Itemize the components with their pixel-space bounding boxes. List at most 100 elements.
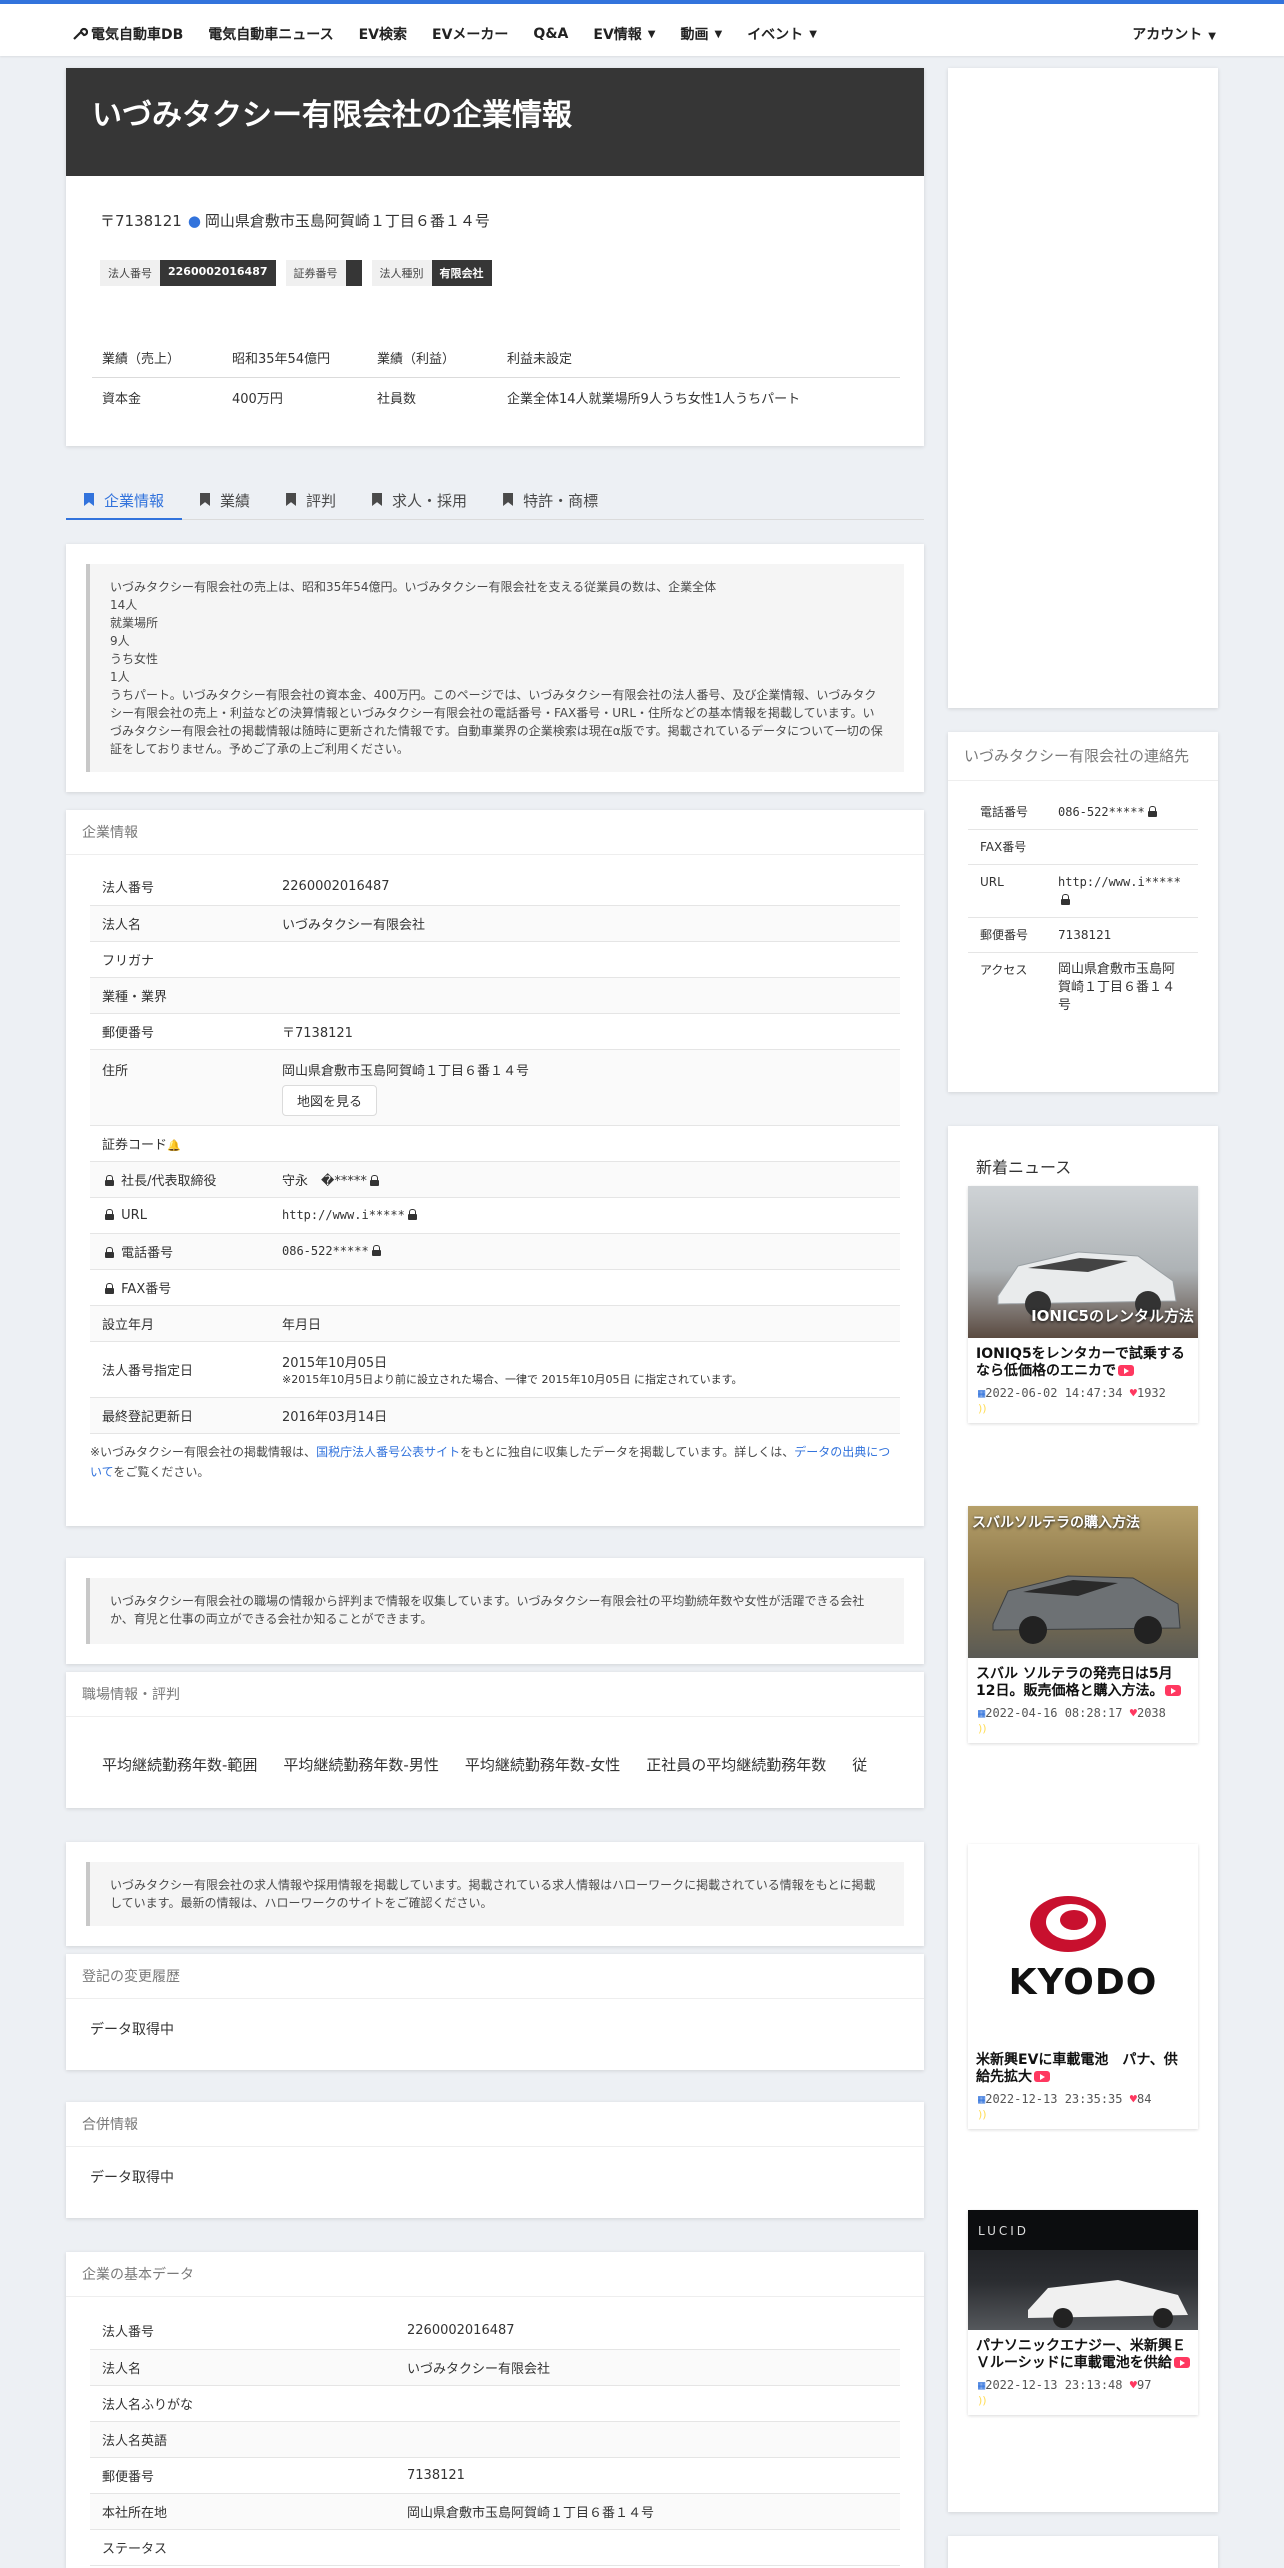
table-row: FAX番号 xyxy=(968,829,1198,865)
tab-recruiting[interactable]: 求人・採用 xyxy=(354,484,485,520)
table-row: 住所 岡山県倉敷市玉島阿賀崎１丁目６番１４号 地図を見る xyxy=(90,1049,900,1126)
table-row: ステータス xyxy=(90,2529,900,2566)
lock-icon xyxy=(371,1245,381,1256)
news-item[interactable]: KYODO 米新興EVに車載電池 パナ、供給先拡大 ▦2022-12-13 23… xyxy=(968,1844,1198,2129)
table-row: 法人番号指定日 2015年10月05日 ※2015年10月5日より前に設立された場合… xyxy=(90,1341,900,1398)
brand-link[interactable]: 電気自動車DB xyxy=(72,24,183,44)
lock-icon xyxy=(1061,894,1070,905)
rss-icon[interactable]: )) xyxy=(968,2394,1198,2415)
label-text: 社長/代表取締役 xyxy=(121,1173,217,1189)
tab-reputation[interactable]: 評判 xyxy=(268,484,354,520)
news-item[interactable]: LUCID パナソニックエナジー、米新興ＥＶルーシッドに車載電池を供給 ▦202… xyxy=(968,2210,1198,2415)
thumbnail-caption: IONIC5のレンタル方法 xyxy=(1031,1307,1194,1325)
row-value: 2015年10月05日 ※2015年10月5日より前に設立された場合、一律で 20… xyxy=(270,1341,900,1398)
nav-item-video[interactable]: 動画 ▼ xyxy=(680,24,722,44)
perf-label: 業績（利益） xyxy=(367,338,497,378)
workplace-scroll-list[interactable]: 平均継続勤務年数-範囲 平均継続勤務年数-男性 平均継続勤務年数-女性 正社員の平均継… xyxy=(102,1754,900,1775)
value-text: http://www.i***** xyxy=(282,1208,405,1222)
nav-label: Q&A xyxy=(533,26,569,42)
lock-icon xyxy=(105,1246,114,1258)
rss-icon[interactable]: )) xyxy=(968,2108,1198,2129)
rss-icon[interactable]: )) xyxy=(968,1722,1198,1743)
ad-slot xyxy=(948,68,1218,708)
table-row: FAX番号 xyxy=(90,1269,900,1306)
row-label: 社長/代表取締役 xyxy=(90,1161,270,1198)
workplace-item[interactable]: 従 xyxy=(852,1756,867,1774)
workplace-note-text: いづみタクシー有限会社の職場の情報から評判まで情報を収集しています。いづみタクシ… xyxy=(86,1578,904,1644)
news-title[interactable]: IONIQ5をレンタカーで試乗するなら低価格のエニカで xyxy=(968,1338,1198,1384)
tag-key: 法人種別 xyxy=(371,260,432,286)
news-item[interactable]: IONIC5のレンタル方法 IONIQ5をレンタカーで試乗するなら低価格のエニカ… xyxy=(968,1186,1198,1423)
value-text: 守永 �***** xyxy=(282,1173,367,1189)
value-text: 086-522***** xyxy=(1058,805,1145,819)
view-map-button[interactable]: 地図を見る xyxy=(282,1084,378,1116)
lock-icon xyxy=(105,1208,114,1220)
rss-icon[interactable]: )) xyxy=(968,1402,1198,1423)
news-title[interactable]: スバル ソルテラの発売日は5月12日。販売価格と購入方法。 xyxy=(968,1658,1198,1704)
row-label: 法人番号 xyxy=(90,2313,395,2350)
youtube-icon xyxy=(1173,2357,1190,2368)
row-value: 年月日 xyxy=(270,1305,900,1342)
nav-label: EV情報 xyxy=(593,27,642,43)
row-label: ステータス xyxy=(90,2529,395,2566)
row-value: 086-522***** xyxy=(1046,795,1198,830)
tag-key: 法人番号 xyxy=(100,260,160,286)
row-value: 7138121 xyxy=(1046,917,1198,953)
heart-icon: ♥ xyxy=(1129,2378,1137,2392)
account-menu[interactable]: アカウント ▼ xyxy=(1132,24,1216,44)
perf-value: 企業全体14人就業場所9人うち女性1人うちパート xyxy=(507,392,801,407)
table-row: 業績（売上） 昭和35年54億円 業績（利益） 利益未設定 xyxy=(92,338,900,378)
workplace-item[interactable]: 正社員の平均継続勤務年数 xyxy=(646,1756,826,1774)
row-value: 岡山県倉敷市玉島阿賀崎１丁目６番１４号 xyxy=(395,2493,900,2530)
basic-data-card: 企業の基本データ 法人番号 2260002016487 法人名 いづみタクシー有限会… xyxy=(66,2252,924,2568)
table-row: URL http://www.i***** xyxy=(90,1197,900,1234)
nav-item-ev-info[interactable]: EV情報 ▼ xyxy=(593,24,655,44)
title-text: IONIQ5をレンタカーで試乗するなら低価格のエニカで xyxy=(976,1346,1185,1379)
bell-icon: 🔔 xyxy=(167,1138,181,1152)
youtube-icon xyxy=(1165,1685,1182,1696)
chevron-down-icon: ▼ xyxy=(809,28,817,40)
wrench-icon xyxy=(73,27,88,40)
workplace-item[interactable]: 平均継続勤務年数-女性 xyxy=(465,1756,620,1774)
nav-item-ev-search[interactable]: EV検索 xyxy=(359,24,407,44)
row-value xyxy=(270,977,900,1014)
title-text: パナソニックエナジー、米新興ＥＶルーシッドに車載電池を供給 xyxy=(976,2338,1186,2371)
workplace-item[interactable]: 平均継続勤務年数-範囲 xyxy=(102,1756,257,1774)
row-value xyxy=(395,2385,900,2422)
row-label: 最終登記更新日 xyxy=(90,1397,270,1434)
table-row: URL http://www.i***** xyxy=(968,864,1198,918)
table-row: 法人名 いづみタクシー有限会社 xyxy=(90,2349,900,2386)
map-pin-icon: ● xyxy=(187,212,201,230)
row-value: 〒7138121 xyxy=(270,1013,900,1050)
nav-item-ev-maker[interactable]: EVメーカー xyxy=(432,24,508,44)
intro-card: いづみタクシー有限会社の売上は、昭和35年54億円。いづみタクシー有限会社を支え… xyxy=(66,544,924,792)
tab-performance[interactable]: 業績 xyxy=(182,484,268,520)
nta-link[interactable]: 国税庁法人番号公表サイト xyxy=(316,1445,460,1459)
tab-company-info[interactable]: 企業情報 xyxy=(66,484,183,520)
section-heading: 企業の基本データ xyxy=(66,2252,924,2297)
perf-value: 400万円 xyxy=(232,392,283,407)
news-item[interactable]: スバルソルテラの購入方法 スバル ソルテラの発売日は5月12日。販売価格と購入方… xyxy=(968,1506,1198,1743)
news-title[interactable]: パナソニックエナジー、米新興ＥＶルーシッドに車載電池を供給 xyxy=(968,2330,1198,2376)
title-text: 米新興EVに車載電池 パナ、供給先拡大 xyxy=(976,2052,1178,2085)
sidebar-next-card xyxy=(948,2536,1218,2568)
youtube-icon xyxy=(1118,1365,1134,1376)
nav-label: 電気自動車ニュース xyxy=(208,27,334,43)
tab-patents[interactable]: 特許・商標 xyxy=(485,484,616,520)
section-heading: 新着ニュース xyxy=(976,1158,1072,1177)
nav-item-qa[interactable]: Q&A xyxy=(533,24,568,44)
nav-label: EV検索 xyxy=(358,27,408,43)
workplace-item[interactable]: 平均継続勤務年数-男性 xyxy=(283,1756,438,1774)
nav-item-news[interactable]: 電気自動車ニュース xyxy=(208,24,333,44)
news-title[interactable]: 米新興EVに車載電池 パナ、供給先拡大 xyxy=(968,2044,1198,2090)
label-text: 電話番号 xyxy=(121,1245,174,1261)
chevron-down-icon: ▼ xyxy=(714,28,723,40)
news-date: 2022-12-13 23:13:48 xyxy=(985,2378,1123,2392)
row-value: http://www.i***** xyxy=(270,1197,900,1234)
table-row: 郵便番号 〒7138121 xyxy=(90,1013,900,1050)
bookmark-icon xyxy=(286,493,297,506)
merger-body: データ取得中 xyxy=(90,2170,174,2186)
nav-item-event[interactable]: イベント ▼ xyxy=(747,24,817,44)
row-value: http://www.i***** xyxy=(1046,864,1198,918)
lock-icon xyxy=(1147,806,1157,817)
